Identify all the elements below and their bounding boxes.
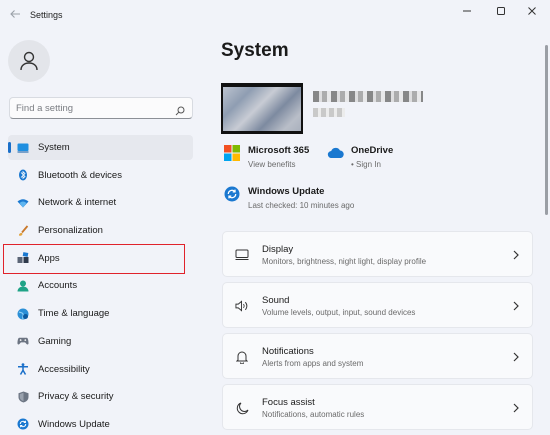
sidebar-nav: System Bluetooth & devices Network & int… — [8, 135, 193, 435]
controller-icon — [17, 335, 29, 347]
sidebar-item-bluetooth[interactable]: Bluetooth & devices — [8, 163, 193, 188]
microsoft365-title: Microsoft 365 — [248, 145, 310, 156]
sidebar-item-network[interactable]: Network & internet — [8, 190, 193, 215]
sidebar-item-label: Bluetooth & devices — [38, 169, 122, 181]
avatar[interactable] — [8, 40, 50, 82]
chevron-right-icon — [512, 350, 520, 362]
close-button[interactable] — [517, 4, 547, 18]
card-subtitle: Volume levels, output, input, sound devi… — [262, 308, 416, 317]
minimize-button[interactable] — [452, 4, 482, 18]
display-card[interactable]: Display Monitors, brightness, night ligh… — [222, 231, 533, 277]
page-title: System — [221, 40, 289, 61]
onedrive-title: OneDrive — [351, 145, 394, 156]
card-title: Display — [262, 244, 294, 255]
windows-update-subtitle: Last checked: 10 minutes ago — [248, 201, 355, 210]
microsoft-logo-icon — [224, 145, 240, 161]
card-title: Sound — [262, 295, 290, 306]
sync-icon — [224, 186, 240, 202]
chevron-right-icon — [512, 248, 520, 260]
chevron-right-icon — [512, 299, 520, 311]
title-bar: Settings — [0, 0, 550, 32]
microsoft365-subtitle[interactable]: View benefits — [248, 160, 309, 169]
monitor-icon — [17, 142, 29, 154]
settings-window: Settings System — [0, 0, 550, 435]
search-icon[interactable] — [175, 103, 185, 121]
device-name-blurred — [313, 91, 423, 102]
card-subtitle: Alerts from apps and system — [262, 359, 364, 368]
device-subtitle-blurred — [313, 108, 345, 117]
cloud-icon — [327, 145, 344, 161]
sync-icon — [17, 418, 29, 430]
card-subtitle: Monitors, brightness, night light, displ… — [262, 257, 427, 266]
display-icon — [235, 248, 249, 262]
sidebar-item-label: Accounts — [38, 280, 78, 292]
speaker-icon — [235, 299, 249, 313]
onedrive-subtitle[interactable]: • Sign In — [351, 160, 393, 169]
sidebar-item-label: Personalization — [38, 225, 103, 237]
settings-list: Display Monitors, brightness, night ligh… — [222, 231, 533, 435]
app-title: Settings — [30, 10, 63, 20]
sidebar-item-label: Time & language — [38, 308, 110, 320]
onedrive-tile[interactable]: OneDrive • Sign In — [327, 145, 393, 169]
back-arrow-icon[interactable] — [7, 8, 23, 24]
search-box[interactable] — [9, 97, 193, 119]
sound-card[interactable]: Sound Volume levels, output, input, soun… — [222, 282, 533, 328]
apps-highlight-box — [3, 244, 185, 274]
sidebar-item-label: Windows Update — [38, 418, 110, 430]
sidebar-item-personalization[interactable]: Personalization — [8, 218, 193, 243]
accessibility-icon — [17, 363, 29, 375]
card-subtitle: Notifications, automatic rules — [262, 410, 365, 419]
wifi-icon — [17, 197, 29, 209]
selection-indicator — [8, 142, 11, 153]
card-title: Focus assist — [262, 397, 315, 408]
bluetooth-icon — [17, 169, 29, 181]
person-icon — [17, 280, 29, 292]
sidebar-item-privacy[interactable]: Privacy & security — [8, 384, 193, 409]
focus-assist-card[interactable]: Focus assist Notifications, automatic ru… — [222, 384, 533, 430]
sidebar-item-accessibility[interactable]: Accessibility — [8, 357, 193, 382]
sidebar-item-time-language[interactable]: Time & language — [8, 301, 193, 326]
notifications-card[interactable]: Notifications Alerts from apps and syste… — [222, 333, 533, 379]
sidebar-item-label: Network & internet — [38, 197, 117, 209]
windows-update-title: Windows Update — [248, 186, 325, 197]
scrollbar[interactable] — [545, 45, 548, 215]
sidebar-item-label: Privacy & security — [38, 391, 114, 403]
card-title: Notifications — [262, 346, 314, 357]
search-input[interactable] — [16, 101, 166, 115]
windows-update-tile[interactable]: Windows Update Last checked: 10 minutes … — [224, 186, 354, 210]
maximize-button[interactable] — [486, 4, 516, 18]
bell-icon — [235, 350, 249, 364]
chevron-right-icon — [512, 401, 520, 413]
sidebar-item-label: System — [38, 142, 70, 153]
sidebar-item-accounts[interactable]: Accounts — [8, 273, 193, 298]
device-screen — [223, 87, 301, 131]
sidebar-item-label: Accessibility — [38, 363, 90, 375]
sidebar-item-gaming[interactable]: Gaming — [8, 329, 193, 354]
device-image — [221, 83, 303, 134]
globe-clock-icon — [17, 308, 29, 320]
shield-icon — [17, 391, 29, 403]
moon-icon — [235, 401, 249, 415]
sidebar-item-system[interactable]: System — [8, 135, 193, 160]
sidebar-item-label: Gaming — [38, 335, 72, 347]
person-icon — [20, 51, 38, 71]
microsoft365-tile[interactable]: Microsoft 365 View benefits — [224, 145, 309, 169]
sidebar-item-windows-update[interactable]: Windows Update — [8, 412, 193, 435]
brush-icon — [17, 224, 29, 237]
